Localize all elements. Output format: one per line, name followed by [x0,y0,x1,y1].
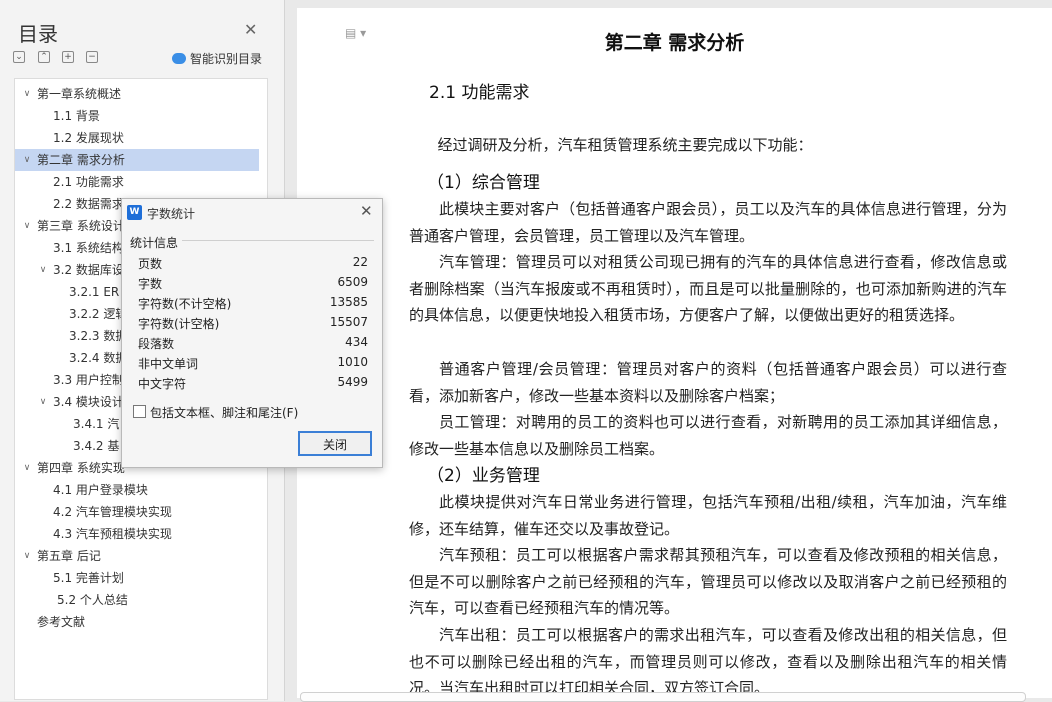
outline-item-label: 3.3 用户控制 [53,373,124,387]
outline-item-label: 5.1 完善计划 [53,571,124,585]
stat-value: 13585 [329,295,368,309]
stat-value: 15507 [329,315,368,329]
stat-value: 1010 [337,355,368,369]
paragraph: 普通客户管理/会员管理：管理员对客户的资料（包括普通客户跟会员）可以进行查看，添… [409,360,1007,405]
chevron-down-icon[interactable]: ∨ [37,259,49,281]
stat-label: 字符数(计空格) [138,317,220,331]
outline-item-label: 3.4.2 基 [73,439,120,453]
outline-item-label: 3.2.2 逻辑 [69,307,128,321]
section-heading: 2.1 功能需求 [429,83,530,103]
outline-item-label: 3.2.4 数据 [69,351,128,365]
paragraph: 汽车预租：员工可以根据客户需求帮其预租汽车，可以查看及修改预租的相关信息，但是不… [409,546,1007,617]
chevron-down-icon[interactable]: ∨ [21,83,33,105]
outline-item-label: 3.4.1 汽 [73,417,120,431]
stat-label: 页数 [138,257,163,271]
outline-item[interactable]: 1.2 发展现状 [15,127,259,149]
close-icon[interactable]: ✕ [244,20,257,39]
stat-value: 22 [352,255,368,269]
paragraph: 经过调研及分析，汽车租赁管理系统主要完成以下功能： [437,136,813,154]
subsection-heading: （2）业务管理 [427,466,540,486]
outline-item-label: 2.2 数据需求 [53,197,124,211]
paragraph: 此模块提供对汽车日常业务进行管理，包括汽车预租/出租/续租，汽车加油，汽车维修，… [409,493,1007,538]
expand-all-icon[interactable]: ⌃ [38,51,50,63]
stat-row: 字数 6509 [138,275,368,295]
smart-toc-label: 智能识别目录 [190,52,263,66]
outline-item[interactable]: ∨ 第二章 需求分析 [15,149,259,171]
outline-item-label: 第三章 系统设计 [37,219,125,233]
add-heading-icon[interactable]: + [62,51,74,63]
outline-item[interactable]: 4.3 汽车预租模块实现 [15,523,259,545]
outline-item[interactable]: 5.1 完善计划 [15,567,259,589]
stat-label: 字数 [138,277,163,291]
word-count-dialog: W 字数统计 ✕ 统计信息 页数 22 字数 6509 字符数(不计空格) 13585 字符… [121,198,383,468]
remove-heading-icon[interactable]: − [86,51,98,63]
paragraph: 汽车管理：管理员可以对租赁公司现已拥有的汽车的具体信息进行查看，修改信息或者删除… [409,253,1007,324]
outline-item-label: 3.2 数据库设 [53,263,124,277]
smart-toc-icon [172,53,186,64]
stat-label: 中文字符 [138,377,187,391]
outline-item[interactable]: 4.1 用户登录模块 [15,479,259,501]
outline-item[interactable]: 5.2 个人总结 [15,589,259,611]
outline-item-label: 参考文献 [37,615,86,629]
outline-item[interactable]: 4.2 汽车管理模块实现 [15,501,259,523]
outline-item[interactable]: 参考文献 [15,611,259,633]
outline-item-label: 1.2 发展现状 [53,131,124,145]
outline-item-label: 4.3 汽车预租模块实现 [53,527,172,541]
chevron-down-icon[interactable]: ∨ [21,215,33,237]
chevron-down-icon[interactable]: ∨ [21,545,33,567]
outline-item-label: 第一章系统概述 [37,87,122,101]
chevron-down-icon[interactable]: ∨ [21,149,33,171]
dialog-title: 字数统计 [147,207,196,221]
divider [182,240,374,241]
document-area: ▤ ▾ 第二章 需求分析 2.1 功能需求 经过调研及分析，汽车租赁管理系统主要… [285,0,1052,701]
stat-row: 段落数 434 [138,335,368,355]
stat-value: 434 [345,335,368,349]
outline-item-label: 第四章 系统实现 [37,461,125,475]
paragraph: 汽车出租：员工可以根据客户的需求出租汽车，可以查看及修改出租的相关信息，但也不可… [409,626,1007,697]
stat-value: 5499 [337,375,368,389]
include-textbox-checkbox[interactable] [133,405,146,418]
outline-item-label: 第五章 后记 [37,549,101,563]
stat-label: 字符数(不计空格) [138,297,232,311]
outline-item-label: 1.1 背景 [53,109,100,123]
outline-item-label: 3.2.3 数据 [69,329,128,343]
outline-item[interactable]: 2.1 功能需求 [15,171,259,193]
stat-row: 非中文单词 1010 [138,355,368,375]
outline-item[interactable]: ∨ 第一章系统概述 [15,83,259,105]
stat-row: 字符数(不计空格) 13585 [138,295,368,315]
outline-item-label: 2.1 功能需求 [53,175,124,189]
wps-logo-icon: W [127,205,142,220]
stats-group-title: 统计信息 [130,236,179,250]
close-button[interactable]: 关闭 [298,431,372,456]
smart-toc-button[interactable]: 智能识别目录 [172,50,262,67]
outline-item[interactable]: ∨ 第五章 后记 [15,545,259,567]
stat-row: 中文字符 5499 [138,375,368,395]
chevron-down-icon[interactable]: ∨ [37,391,49,413]
include-textbox-label[interactable]: 包括文本框、脚注和尾注(F) [150,404,298,421]
paragraph: 此模块主要对客户（包括普通客户跟会员），员工以及汽车的具体信息进行管理，分为普通… [409,200,1007,245]
stat-row: 页数 22 [138,255,368,275]
outline-item-label: 4.2 汽车管理模块实现 [53,505,172,519]
paragraph: 员工管理：对聘用的员工的资料也可以进行查看，对新聘用的员工添加其详细信息，修改一… [409,413,1007,458]
outline-item-label: 4.1 用户登录模块 [53,483,148,497]
outline-item-label: 3.1 系统结构 [53,241,124,255]
outline-title: 目录 [18,22,58,46]
stat-row: 字符数(计空格) 15507 [138,315,368,335]
outline-item-label: 3.4 模块设计 [53,395,124,409]
chapter-heading: 第二章 需求分析 [604,32,745,54]
outline-item[interactable]: 1.1 背景 [15,105,259,127]
stat-value: 6509 [337,275,368,289]
stat-label: 段落数 [138,337,175,351]
outline-item-label: 5.2 个人总结 [57,593,128,607]
chevron-down-icon[interactable]: ∨ [21,457,33,479]
outline-item-label: 第二章 需求分析 [37,153,125,167]
document-page[interactable]: ▤ ▾ 第二章 需求分析 2.1 功能需求 经过调研及分析，汽车租赁管理系统主要… [297,8,1052,698]
stat-label: 非中文单词 [138,357,199,371]
close-icon[interactable]: ✕ [360,202,373,220]
collapse-all-icon[interactable]: ⌄ [13,51,25,63]
subsection-heading: （1）综合管理 [427,173,540,193]
